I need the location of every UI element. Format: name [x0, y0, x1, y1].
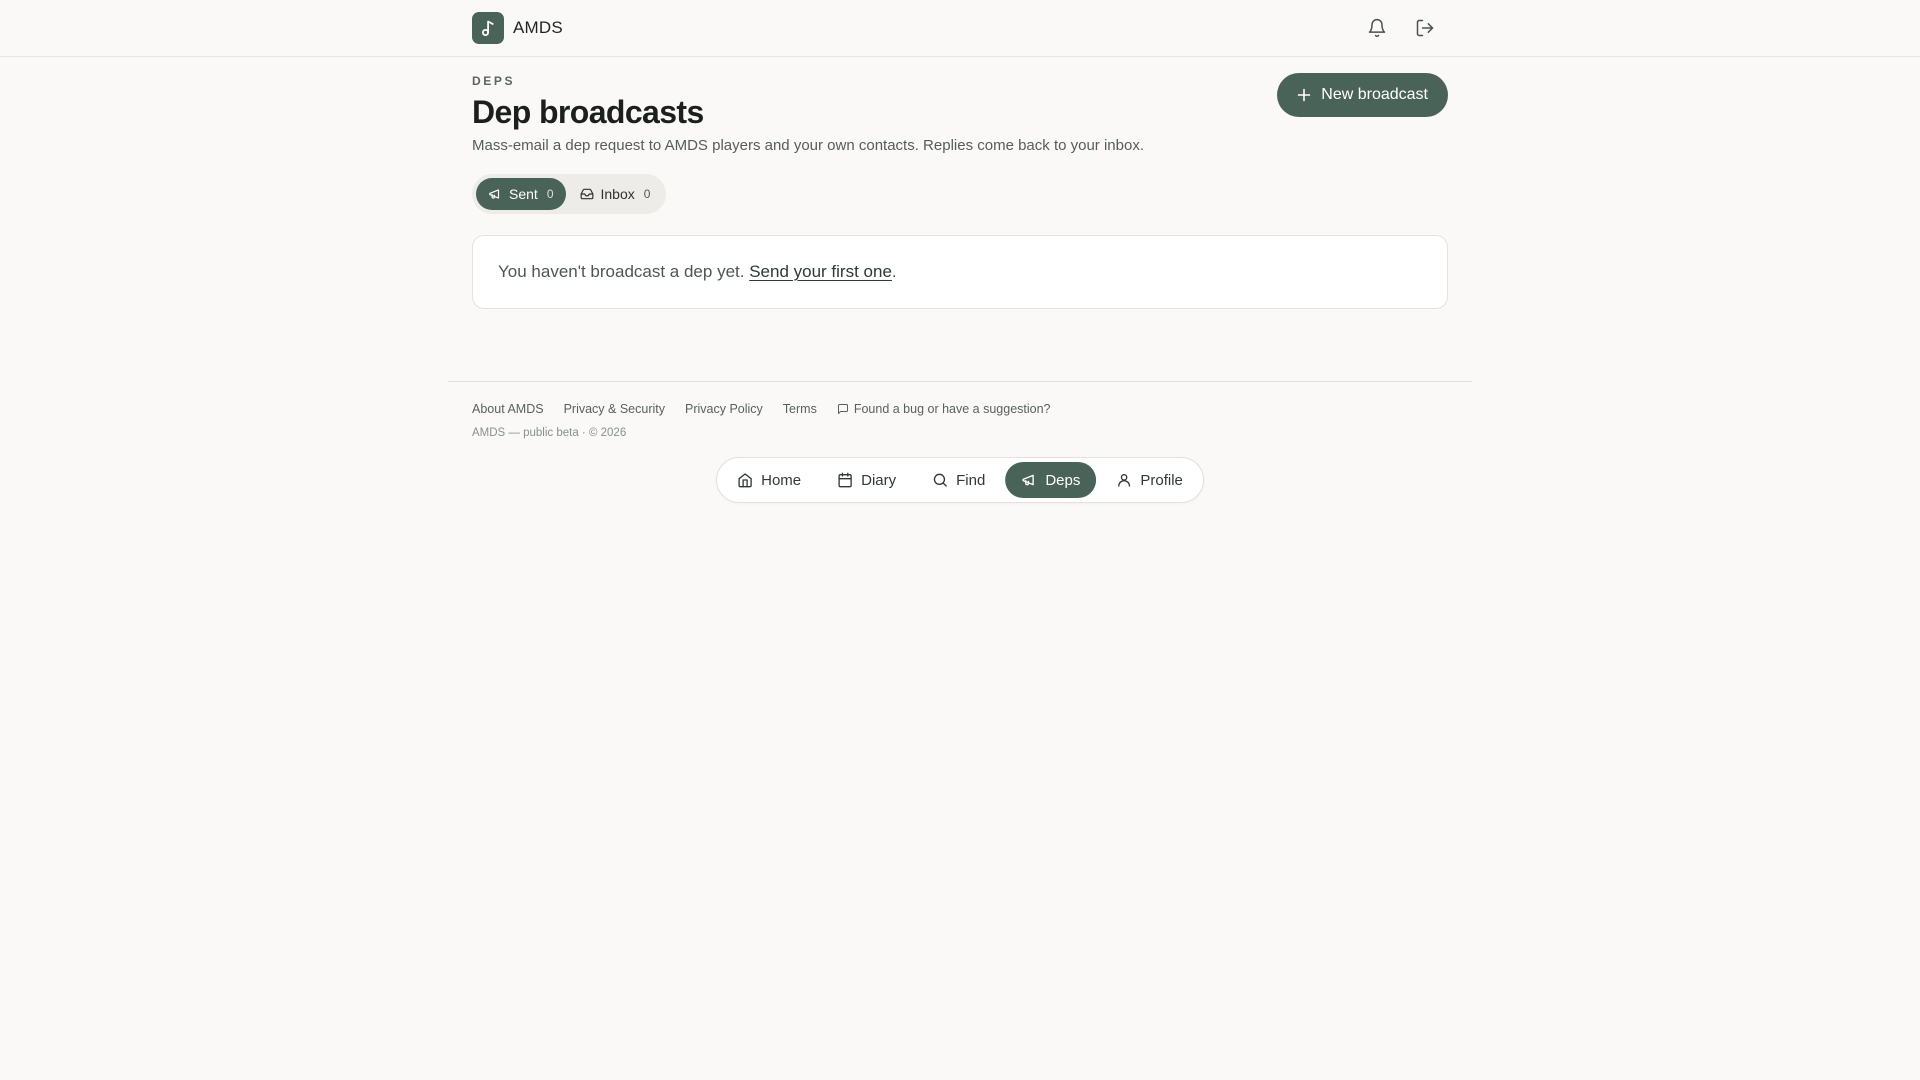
nav-diary-label: Diary — [861, 471, 897, 489]
logout-icon[interactable] — [1410, 13, 1440, 43]
bottom-nav: Home Diary Find Deps Profile — [716, 457, 1204, 503]
search-icon — [932, 472, 948, 488]
new-broadcast-button[interactable]: New broadcast — [1277, 73, 1448, 117]
tab-sent-count: 0 — [546, 187, 554, 201]
nav-profile-label: Profile — [1140, 471, 1183, 489]
empty-state-suffix: . — [891, 262, 897, 281]
calendar-icon — [837, 472, 853, 488]
feedback-link[interactable]: Found a bug or have a suggestion? — [837, 402, 1051, 416]
tab-inbox-label: Inbox — [600, 186, 635, 202]
footer-link-about[interactable]: About AMDS — [472, 402, 544, 416]
bell-icon[interactable] — [1362, 13, 1392, 43]
message-icon — [837, 403, 849, 415]
tab-inbox[interactable]: Inbox 0 — [568, 178, 663, 210]
send-first-link[interactable]: Send your first one — [749, 262, 892, 282]
brand-link[interactable]: AMDS — [472, 12, 563, 44]
tab-sent[interactable]: Sent 0 — [476, 178, 566, 210]
broadcast-tabs: Sent 0 Inbox 0 — [472, 174, 667, 214]
top-header-inner: AMDS — [472, 0, 1448, 56]
copyright: AMDS — public beta · © 2026 — [472, 427, 627, 439]
music-note-icon — [472, 12, 504, 44]
empty-state-card: You haven't broadcast a dep yet. Send yo… — [472, 235, 1448, 309]
empty-state-text: You haven't broadcast a dep yet. — [498, 262, 745, 281]
megaphone-icon — [1021, 472, 1037, 488]
plus-icon — [1297, 88, 1311, 102]
footer-link-privacy-policy[interactable]: Privacy Policy — [685, 402, 763, 416]
nav-find-label: Find — [956, 471, 986, 489]
footer-links: About AMDS Privacy & Security Privacy Po… — [472, 402, 1448, 416]
nav-home[interactable]: Home — [721, 462, 817, 498]
home-icon — [737, 472, 753, 488]
tab-inbox-count: 0 — [643, 187, 651, 201]
nav-profile[interactable]: Profile — [1100, 462, 1199, 498]
page-subtitle: Mass-email a dep request to AMDS players… — [472, 137, 1144, 154]
nav-deps[interactable]: Deps — [1005, 462, 1097, 498]
nav-find[interactable]: Find — [916, 462, 1001, 498]
header-actions — [1362, 13, 1448, 43]
inbox-icon — [580, 187, 594, 201]
brand-name: AMDS — [513, 18, 563, 37]
megaphone-icon — [488, 187, 502, 201]
footer-link-terms[interactable]: Terms — [783, 402, 817, 416]
tab-sent-label: Sent — [509, 186, 538, 202]
feedback-label: Found a bug or have a suggestion? — [853, 402, 1051, 416]
main-content: DEPS Dep broadcasts Mass-email a dep req… — [472, 57, 1448, 309]
user-icon — [1116, 472, 1132, 488]
new-broadcast-label: New broadcast — [1321, 86, 1428, 103]
top-header: AMDS — [0, 0, 1920, 57]
footer-inner: About AMDS Privacy & Security Privacy Po… — [472, 382, 1448, 439]
nav-diary[interactable]: Diary — [821, 462, 912, 498]
footer: About AMDS Privacy & Security Privacy Po… — [448, 381, 1472, 439]
page-header: DEPS Dep broadcasts Mass-email a dep req… — [472, 57, 1448, 154]
footer-link-privacy-security[interactable]: Privacy & Security — [564, 402, 665, 416]
nav-deps-label: Deps — [1045, 471, 1081, 489]
nav-home-label: Home — [761, 471, 802, 489]
